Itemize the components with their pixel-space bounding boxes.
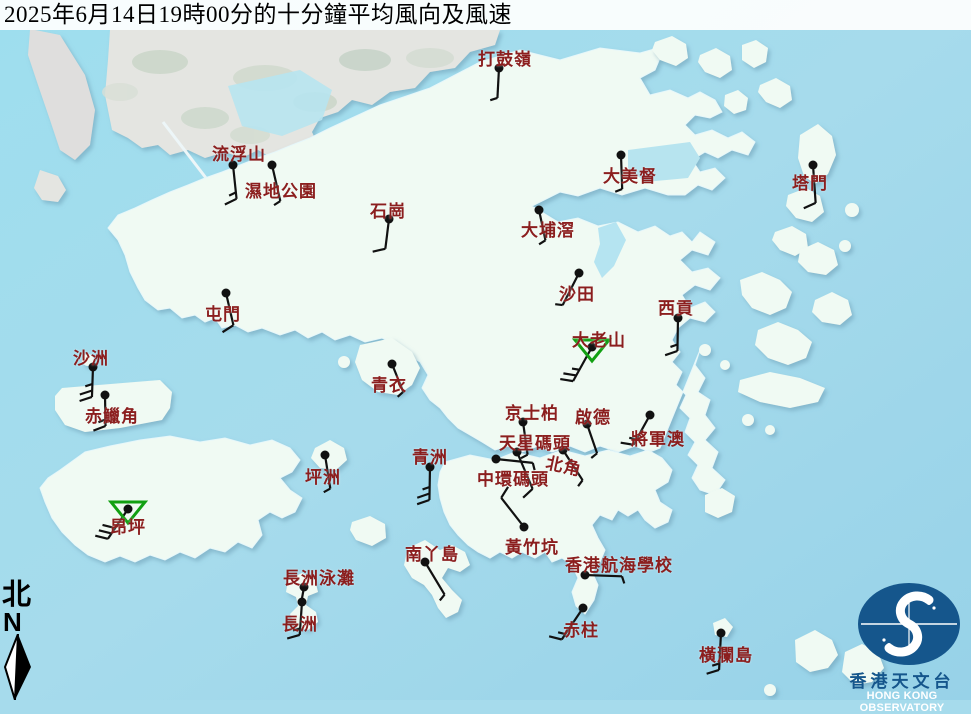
station-label-ta-kwu-ling: 打鼓嶺 [478, 50, 532, 69]
hko-logo: 香港天文台 HONG KONG OBSERVATORY [833, 580, 971, 714]
station-label-lamma-island: 南丫島 [405, 545, 459, 564]
compass-north-letter: N [3, 607, 22, 637]
station-label-central-pier: 中環碼頭 [477, 470, 549, 489]
station-label-green-island: 青洲 [412, 448, 448, 467]
station-label-lau-fau-shan: 流浮山 [212, 145, 266, 164]
wind-map-page: { "title": "2025年6月14日19時00分的十分鐘平均風向及風速"… [0, 0, 971, 714]
hko-name-chinese: 香港天文台 [849, 672, 955, 691]
station-label-cheung-chau: 長洲 [282, 615, 318, 634]
station-label-tuen-mun: 屯門 [205, 305, 241, 324]
station-label-peng-chau: 坪洲 [305, 468, 341, 487]
station-label-ngong-ping: 昂坪 [110, 518, 146, 537]
station-label-wetland-park: 濕地公園 [245, 182, 317, 201]
station-label-tsing-yi: 青衣 [371, 376, 407, 395]
hko-logo-icon [858, 583, 960, 665]
title-bar: 2025年6月14日19時00分的十分鐘平均風向及風速 [0, 0, 971, 30]
station-label-chek-lap-kok: 赤鱲角 [85, 407, 139, 426]
station-label-tai-po-kau: 大埔滘 [521, 221, 575, 240]
map-title: 2025年6月14日19時00分的十分鐘平均風向及風速 [4, 2, 512, 27]
hko-name-english: HONG KONG OBSERVATORY [859, 690, 945, 714]
station-label-wong-chuk-hang: 黃竹坑 [505, 538, 559, 557]
station-label-tap-mun: 塔門 [792, 174, 828, 193]
station-label-cheung-chau-beach: 長洲泳灘 [283, 569, 355, 588]
station-label-shek-kong: 石崗 [370, 202, 406, 221]
north-compass: 北 N [2, 581, 36, 705]
station-label-kings-park: 京士柏 [505, 404, 559, 423]
station-label-tai-mei-tuk: 大美督 [603, 167, 657, 186]
hong-kong-map [0, 0, 971, 700]
station-label-kai-tak: 啟德 [575, 408, 611, 427]
station-label-sha-tin: 沙田 [559, 285, 595, 304]
station-label-stanley: 赤柱 [563, 621, 599, 640]
station-label-hk-sea-school: 香港航海學校 [565, 556, 673, 575]
north-arrow-icon [3, 633, 31, 701]
station-label-sai-kung: 西貢 [658, 299, 694, 318]
compass-north-chinese: 北 [2, 579, 32, 611]
station-label-waglan-island: 橫瀾島 [699, 646, 753, 665]
station-label-sha-chau: 沙洲 [73, 349, 109, 368]
station-label-tates-cairn: 大老山 [572, 331, 626, 350]
station-label-tseung-kwan-o: 將軍澳 [631, 430, 685, 449]
